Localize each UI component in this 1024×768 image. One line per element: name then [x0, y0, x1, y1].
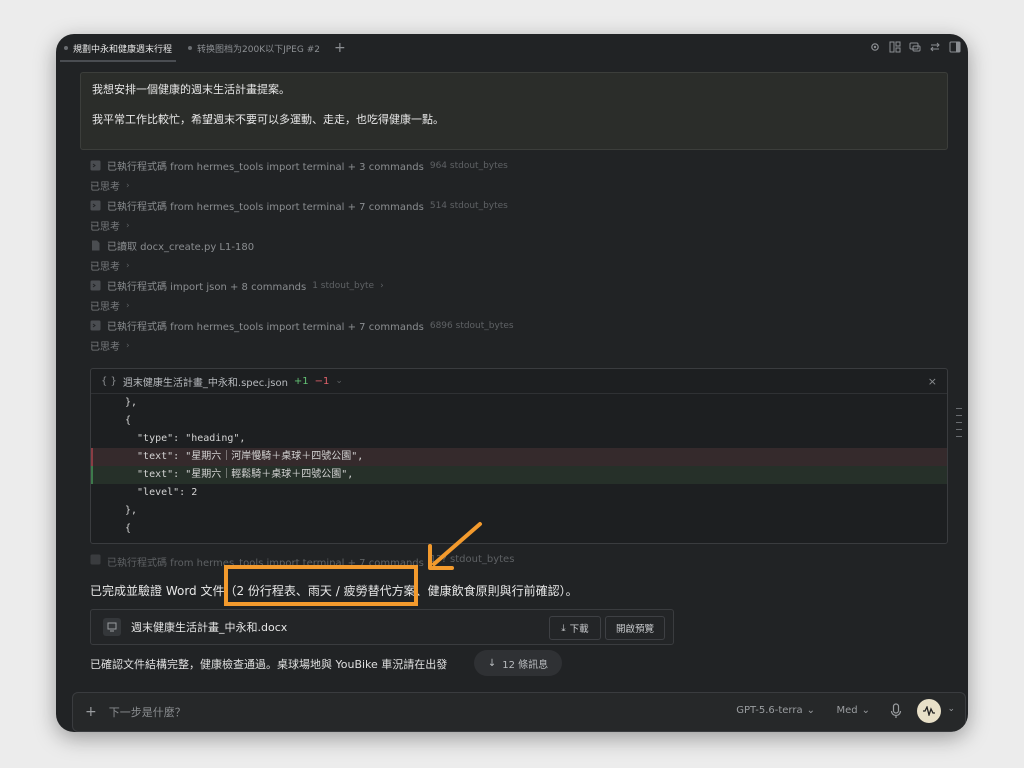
tab-jpeg-convert[interactable]: 转换图档为200K以下JPEG #2	[180, 34, 328, 62]
tab-status-dot	[64, 46, 68, 50]
terminal-icon	[90, 200, 101, 211]
tool-call-row[interactable]: 已執行程式碼 from hermes_tools import terminal…	[90, 158, 508, 173]
swap-icon[interactable]	[928, 40, 942, 54]
composer: + GPT-5.6-terra⌄ Med⌄ ⌄	[72, 692, 966, 732]
file-card[interactable]: 週末健康生活計畫_中永和.docx ⤓ 下載 開啟預覽	[90, 609, 674, 645]
stdout-bytes: 1 stdout_byte	[312, 280, 375, 291]
tool-call-row[interactable]: 已執行程式碼 import json + 8 commands 1 stdout…	[90, 278, 384, 293]
effort-label: Med	[836, 705, 858, 716]
thought-row[interactable]: 已思考 ›	[90, 258, 130, 274]
tab-weekend-plan[interactable]: 規劃中永和健康週末行程	[56, 34, 180, 62]
scroll-indicator[interactable]	[956, 408, 962, 443]
chevron-down-icon: ⌄	[861, 705, 870, 716]
download-label: 下載	[569, 624, 589, 635]
diff-code: }, { "type": "heading", "text": "星期六｜河岸慢…	[91, 394, 947, 538]
sidebar-toggle-icon[interactable]	[948, 40, 962, 54]
chevron-right-icon: ›	[126, 260, 130, 271]
chat-icon[interactable]	[908, 40, 922, 54]
chevron-right-icon: ›	[126, 180, 130, 191]
tool-call-text: 已執行程式碼 from hermes_tools import terminal…	[107, 202, 424, 213]
chevron-down-icon[interactable]: ⌄	[947, 704, 955, 714]
code-line: },	[125, 505, 138, 516]
tool-call-text: 已執行程式碼 import json + 8 commands	[107, 282, 307, 293]
thought-row[interactable]: 已思考 ›	[90, 178, 130, 194]
terminal-icon	[90, 280, 101, 291]
thought-label: 已思考	[90, 342, 120, 353]
thought-row[interactable]: 已思考 ›	[90, 218, 130, 234]
stdout-bytes: 514 stdout_bytes	[429, 200, 508, 211]
user-message-line: 我想安排一個健康的週末生活計畫提案。	[92, 83, 290, 96]
effort-selector[interactable]: Med ⌄	[836, 705, 870, 716]
close-icon[interactable]: ×	[928, 375, 937, 388]
tool-call-row[interactable]: 已執行程式碼 from hermes_tools import terminal…	[90, 198, 508, 213]
thought-row[interactable]: 已思考 ›	[90, 338, 130, 354]
download-icon: ⤓	[561, 622, 566, 634]
terminal-icon	[90, 554, 101, 565]
gear-icon[interactable]	[868, 40, 882, 54]
toolbar-icons	[868, 40, 962, 54]
tool-call-row[interactable]: 已執行程式碼 from hermes_tools import terminal…	[90, 318, 514, 333]
model-label: GPT-5.6-terra	[736, 705, 803, 716]
code-line-added: "text": "星期六｜輕鬆騎＋桌球＋四號公園",	[91, 466, 947, 484]
assistant-confirm-text: 已確認文件結構完整，健康檢查通過。桌球場地與 YouBike 車況請在出發	[90, 658, 448, 671]
stdout-bytes: 964 stdout_bytes	[429, 160, 508, 171]
messages-count: 12 條訊息	[502, 659, 549, 671]
user-message: 我想安排一個健康的週末生活計畫提案。 我平常工作比較忙，希望週末不要可以多運動、…	[80, 72, 948, 150]
model-selector[interactable]: GPT-5.6-terra ⌄	[736, 705, 815, 716]
annotation-highlight-box	[224, 565, 418, 606]
braces-icon: { }	[101, 375, 117, 387]
terminal-icon	[90, 320, 101, 331]
diff-filename: 週末健康生活計畫_中永和.spec.json	[122, 377, 288, 389]
arrow-down-icon: ↓	[487, 657, 497, 669]
diff-panel-header[interactable]: { } 週末健康生活計畫_中永和.spec.json +1 −1 ⌄ ×	[91, 369, 947, 394]
thought-label: 已思考	[90, 222, 120, 233]
message-input[interactable]	[106, 704, 631, 720]
diff-panel: { } 週末健康生活計畫_中永和.spec.json +1 −1 ⌄ × }, …	[90, 368, 948, 544]
stdout-bytes: 6896 stdout_bytes	[429, 320, 514, 331]
new-messages-pill[interactable]: ↓ 12 條訊息	[474, 650, 562, 676]
tab-label: 转换图档为200K以下JPEG #2	[197, 44, 320, 55]
tab-label: 規劃中永和健康週末行程	[73, 44, 173, 55]
thought-label: 已思考	[90, 182, 120, 193]
tool-call-text: 已執行程式碼 from hermes_tools import terminal…	[107, 322, 424, 333]
chevron-right-icon: ›	[126, 300, 130, 311]
user-message-line: 我平常工作比較忙，希望週末不要可以多運動、走走，也吃得健康一點。	[92, 113, 444, 126]
microphone-icon[interactable]	[889, 703, 903, 719]
file-name: 週末健康生活計畫_中永和.docx	[131, 621, 288, 634]
chevron-right-icon: ›	[126, 220, 130, 231]
thought-row[interactable]: 已思考 ›	[90, 298, 130, 314]
thought-label: 已思考	[90, 262, 120, 273]
code-line: {	[125, 523, 132, 534]
file-icon	[92, 240, 100, 251]
tool-call-text: 已讀取 docx_create.py L1-180	[107, 242, 255, 253]
voice-mode-button[interactable]	[917, 699, 941, 723]
code-line: {	[125, 415, 132, 426]
tab-status-dot	[188, 46, 193, 50]
annotation-arrow-icon	[428, 522, 482, 570]
attach-plus-icon[interactable]: +	[85, 704, 97, 720]
tab-bar: 規劃中永和健康週末行程 转换图档为200K以下JPEG #2 +	[56, 34, 968, 62]
code-line-removed: "text": "星期六｜河岸慢騎＋桌球＋四號公園",	[91, 448, 947, 466]
tool-call-row[interactable]: 已讀取 docx_create.py L1-180	[90, 238, 254, 253]
document-icon	[103, 618, 121, 636]
chevron-down-icon[interactable]: ⌄	[335, 376, 343, 386]
chevron-right-icon: ›	[380, 280, 384, 291]
removed-count: −1	[314, 375, 330, 387]
waveform-icon	[923, 706, 935, 716]
added-count: +1	[293, 375, 309, 387]
terminal-icon	[90, 160, 101, 171]
new-tab-plus-icon[interactable]: +	[328, 40, 352, 56]
code-line: "type": "heading",	[125, 433, 246, 444]
chevron-down-icon: ⌄	[806, 705, 815, 716]
app-window: 規劃中永和健康週末行程 转换图档为200K以下JPEG #2 + 我想安排一個健…	[56, 34, 968, 732]
thought-label: 已思考	[90, 302, 120, 313]
tool-call-text: 已執行程式碼 from hermes_tools import terminal…	[107, 162, 424, 173]
code-line: },	[125, 397, 138, 408]
conversation: 我想安排一個健康的週末生活計畫提案。 我平常工作比較忙，希望週末不要可以多運動、…	[56, 62, 968, 732]
open-preview-button[interactable]: 開啟預覽	[605, 616, 665, 640]
chevron-right-icon: ›	[126, 340, 130, 351]
layout-icon[interactable]	[888, 40, 902, 54]
code-line: "level": 2	[125, 487, 198, 498]
download-button[interactable]: ⤓ 下載	[549, 616, 601, 640]
